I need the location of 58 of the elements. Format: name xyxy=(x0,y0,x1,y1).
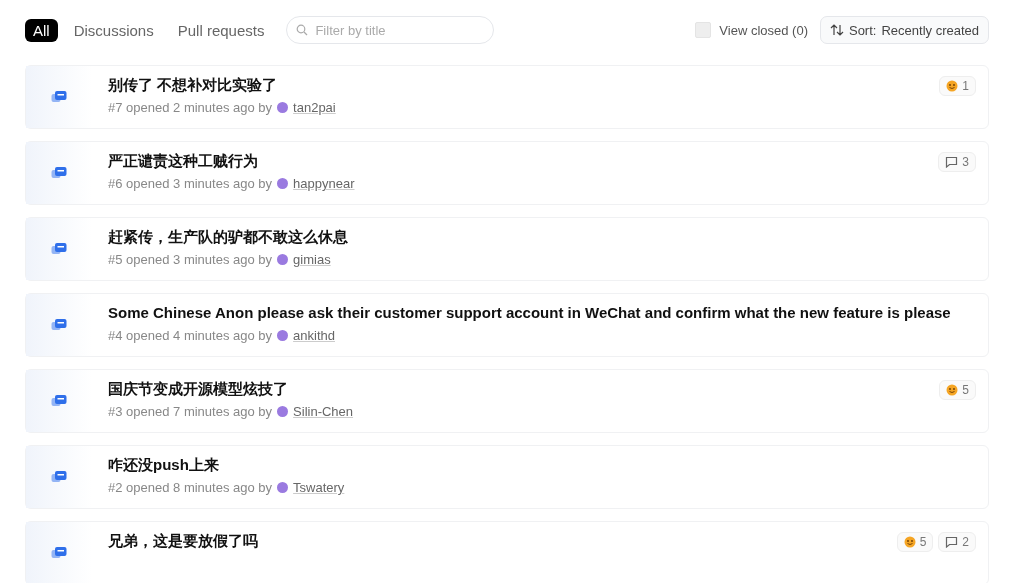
avatar-icon xyxy=(277,330,289,341)
discussion-icon xyxy=(51,546,67,560)
discussion-title[interactable]: 咋还没push上来 xyxy=(108,455,960,475)
comment-count[interactable]: 2 xyxy=(938,532,976,552)
author-link[interactable]: Silin-Chen xyxy=(293,404,354,419)
emoji-icon xyxy=(946,80,959,92)
author-link[interactable]: happynear xyxy=(293,176,355,191)
discussion-meta: #2 opened 8 minutes ago by xyxy=(108,480,273,495)
discussion-card[interactable]: Some Chinese Anon please ask their customer support account in WeChat and confirm what the new feature is please #4 opened 4 minutes ago by ankithd xyxy=(25,293,989,357)
checkbox[interactable] xyxy=(695,22,712,38)
avatar-icon xyxy=(277,406,289,417)
author-link[interactable]: Tswatery xyxy=(293,480,345,495)
discussion-card[interactable]: 咋还没push上来 #2 opened 8 minutes ago by Tswatery xyxy=(25,445,989,509)
avatar-icon xyxy=(277,102,289,113)
discussion-title[interactable]: 兄弟，这是要放假了吗 xyxy=(108,531,881,551)
discussion-meta: #5 opened 3 minutes ago by xyxy=(108,252,273,267)
discussion-title[interactable]: 别传了 不想补对比实验了 xyxy=(108,75,924,95)
sort-button[interactable]: Sort: Recently created xyxy=(819,16,989,44)
discussion-icon xyxy=(51,242,67,256)
discussion-title[interactable]: 国庆节变成开源模型炫技了 xyxy=(108,379,924,399)
discussion-title[interactable]: 赶紧传，生产队的驴都不敢这么休息 xyxy=(108,227,960,247)
emoji-icon xyxy=(903,536,916,548)
discussion-icon xyxy=(51,470,67,484)
tab[interactable]: All xyxy=(25,18,58,42)
reaction-count[interactable]: 5 xyxy=(939,380,976,400)
discussion-icon xyxy=(51,90,67,104)
discussion-card[interactable]: 赶紧传，生产队的驴都不敢这么休息 #5 opened 3 minutes ago by gimias xyxy=(25,217,989,281)
avatar-icon xyxy=(277,178,289,189)
discussion-icon xyxy=(51,166,67,180)
emoji-icon xyxy=(946,384,959,396)
author-link[interactable]: tan2pai xyxy=(293,100,336,115)
sort-icon xyxy=(829,24,844,36)
discussion-meta: #3 opened 7 minutes ago by xyxy=(108,404,273,419)
discussion-card[interactable]: 国庆节变成开源模型炫技了 #3 opened 7 minutes ago by Silin-Chen 5 xyxy=(25,369,989,433)
discussion-card[interactable]: 严正谴责这种工贼行为 #6 opened 3 minutes ago by happynear 3 xyxy=(25,141,989,205)
reaction-count[interactable]: 5 xyxy=(896,532,934,552)
avatar-icon xyxy=(277,254,289,265)
comment-icon xyxy=(945,156,959,168)
discussion-meta: #6 opened 3 minutes ago by xyxy=(108,176,273,191)
search-icon xyxy=(296,24,309,36)
avatar-icon xyxy=(277,482,289,493)
discussion-meta: #4 opened 4 minutes ago by xyxy=(108,328,273,343)
author-link[interactable]: gimias xyxy=(293,252,331,267)
discussion-title[interactable]: 严正谴责这种工贼行为 xyxy=(108,151,923,171)
discussion-card[interactable]: 兄弟，这是要放假了吗 5 2 xyxy=(25,521,989,583)
search-field[interactable]: Filter by title xyxy=(286,16,495,44)
tab[interactable]: Discussions xyxy=(65,18,162,42)
author-link[interactable]: ankithd xyxy=(293,328,335,343)
discussion-card[interactable]: 别传了 不想补对比实验了 #7 opened 2 minutes ago by tan2pai 1 xyxy=(25,65,989,129)
tab[interactable]: Pull requests xyxy=(169,18,273,42)
comment-icon xyxy=(945,536,959,548)
discussion-icon xyxy=(51,394,67,408)
reaction-count[interactable]: 1 xyxy=(939,76,976,96)
comment-count[interactable]: 3 xyxy=(938,152,976,172)
discussion-meta: #7 opened 2 minutes ago by xyxy=(108,100,273,115)
discussion-title[interactable]: Some Chinese Anon please ask their customer support account in WeChat and confirm what the new feature is please xyxy=(108,303,960,323)
view-closed-label: View closed (0) xyxy=(719,22,808,38)
discussion-icon xyxy=(51,318,67,332)
